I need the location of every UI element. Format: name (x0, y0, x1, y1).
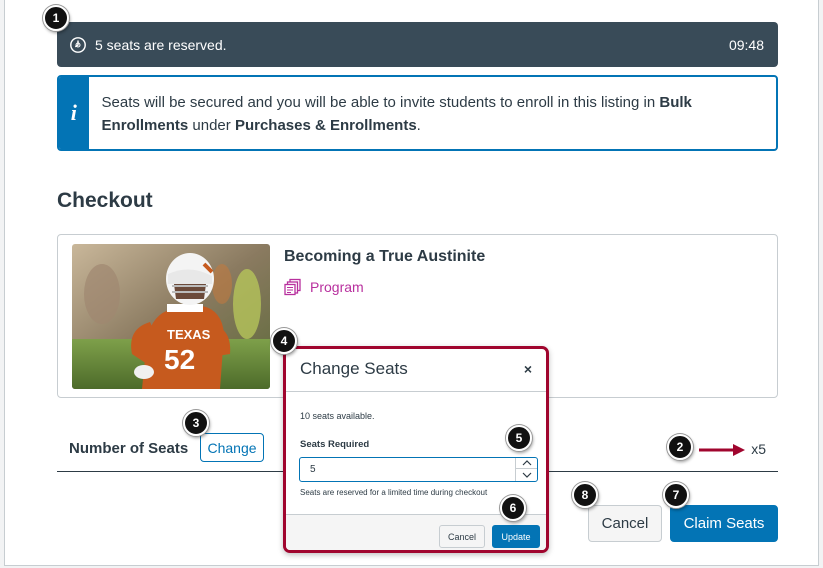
info-bold-purchases: Purchases & Enrollments (234, 117, 417, 134)
chevron-up-icon[interactable] (516, 458, 537, 469)
info-alert: i Seats will be secured and you will be … (57, 75, 778, 151)
product-image: TEXAS 52 (72, 244, 270, 389)
product-name[interactable]: Becoming a True Austinite (284, 248, 485, 266)
quantity-stepper[interactable] (515, 458, 537, 481)
callout-badge: 6 (500, 495, 526, 521)
seats-required-label: Seats Required (300, 439, 370, 450)
svg-text:TEXAS: TEXAS (167, 327, 211, 342)
seats-required-value: 5 (310, 464, 316, 475)
svg-text:52: 52 (164, 344, 195, 375)
product-type-label: Program (310, 279, 364, 295)
claim-seats-button[interactable]: Claim Seats (670, 505, 778, 542)
callout-badge: 5 (506, 425, 532, 451)
timer-message: 5 seats are reserved. (95, 36, 227, 53)
product-type: Program (284, 278, 364, 296)
seats-available-text: 10 seats available. (300, 411, 375, 421)
modal-title: Change Seats (300, 359, 408, 378)
reservation-hint: Seats are reserved for a limited time du… (300, 488, 488, 497)
modal-update-button[interactable]: Update (492, 525, 540, 548)
info-text-part: Seats will be secured and you will be ab… (101, 94, 660, 111)
change-seats-button[interactable]: Change (200, 433, 264, 462)
callout-badge: 1 (43, 5, 69, 31)
chevron-down-icon[interactable] (516, 469, 537, 480)
modal-cancel-button[interactable]: Cancel (439, 525, 485, 548)
timer-icon (70, 36, 86, 53)
cancel-button[interactable]: Cancel (588, 505, 662, 542)
arrow-right-icon (699, 444, 745, 456)
callout-badge: 4 (271, 328, 297, 354)
callout-badge: 2 (667, 434, 693, 460)
change-seats-modal: Change Seats × 10 seats available. Seats… (283, 346, 549, 553)
modal-header: Change Seats × (286, 349, 546, 392)
info-icon: i (59, 77, 89, 149)
info-text-part: under (188, 117, 235, 134)
close-icon[interactable]: × (524, 361, 532, 377)
timer-countdown: 09:48 (728, 36, 764, 53)
info-text: Seats will be secured and you will be ab… (89, 77, 776, 149)
seats-label: Number of Seats (69, 440, 189, 457)
checkout-page: 5 seats are reserved. 09:48 i Seats will… (4, 0, 819, 566)
seat-count: x5 (751, 441, 766, 457)
page-title: Checkout (57, 189, 153, 212)
callout-badge: 3 (183, 410, 209, 436)
callout-badge: 8 (572, 482, 598, 508)
info-text-part: . (416, 117, 421, 134)
reservation-timer-bar: 5 seats are reserved. 09:48 (57, 22, 778, 67)
callout-badge: 7 (663, 482, 689, 508)
seats-required-input[interactable]: 5 (299, 457, 538, 482)
program-icon (284, 278, 301, 296)
